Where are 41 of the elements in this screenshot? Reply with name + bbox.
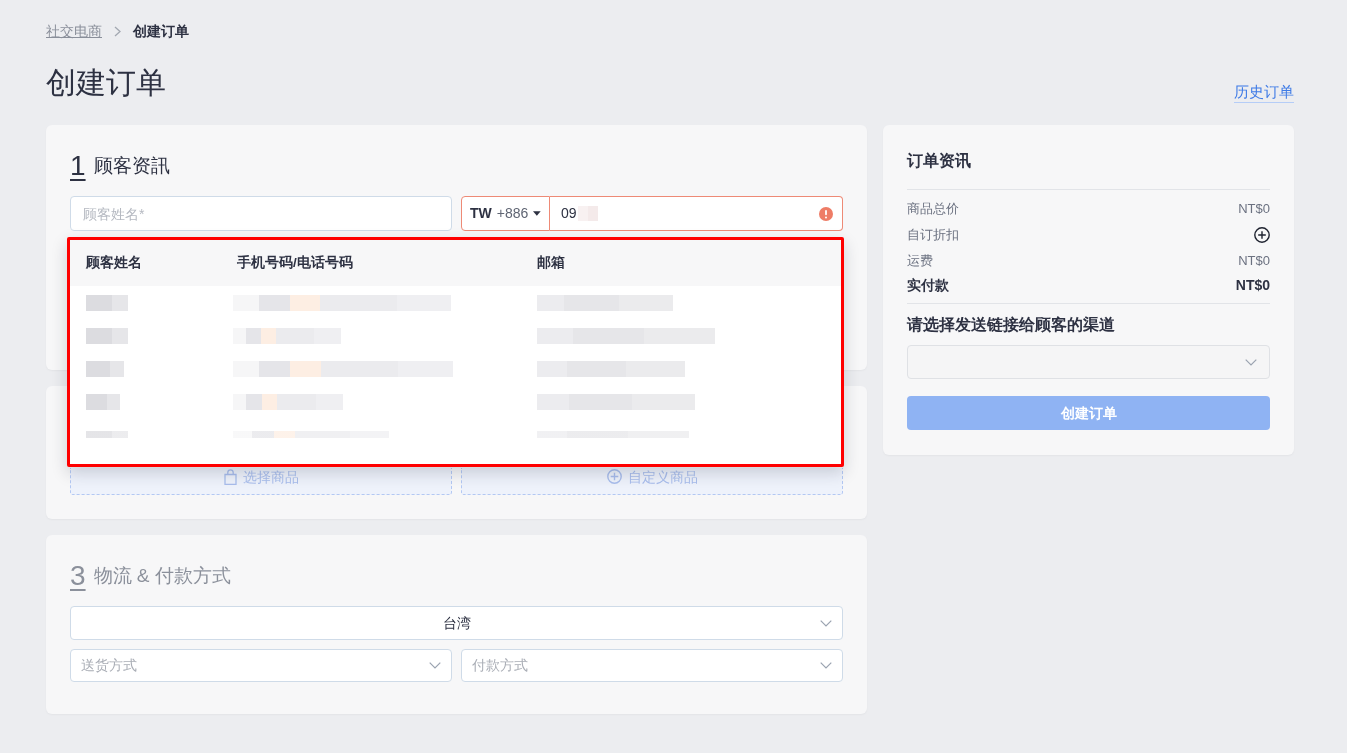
summary-value: NT$0 — [1238, 252, 1270, 271]
summary-label: 实付款 — [907, 275, 949, 295]
dropdown-select[interactable]: 送货方式 — [70, 649, 452, 682]
dropdown-select[interactable]: 付款方式 — [461, 649, 843, 682]
section-title: 物流 & 付款方式 — [93, 564, 231, 588]
caret-down-icon — [533, 211, 541, 216]
pixelated-block — [86, 393, 120, 410]
section-title: 顾客资訊 — [93, 154, 170, 178]
column-header: 邮箱 — [537, 253, 566, 272]
pixelated-block — [86, 294, 128, 311]
summary-label: 商品总价 — [907, 200, 959, 219]
page-title: 创建订单 — [46, 65, 166, 101]
plus-circle-icon — [606, 469, 622, 484]
summary-value: NT$0 — [1238, 200, 1270, 219]
chevron-down-icon — [820, 619, 832, 627]
section-number: 1 — [70, 150, 86, 182]
country-code-button[interactable]: TW +886 — [461, 196, 550, 231]
plus-circle-icon[interactable] — [1254, 227, 1270, 243]
summary-title: 订单资讯 — [907, 151, 972, 171]
column-header: 顾客姓名 — [86, 253, 143, 272]
section-number: 3 — [70, 560, 86, 592]
chevron-down-icon — [820, 662, 832, 669]
chevron-down-icon — [429, 662, 441, 669]
pixelated-block — [86, 360, 124, 377]
pixelated-block — [86, 327, 128, 344]
chevron-down-icon — [1245, 358, 1257, 366]
breadcrumb-item[interactable]: 社交电商 — [46, 21, 102, 41]
phone-number-field[interactable]: 09 — [550, 196, 843, 231]
summary-label: 自订折扣 — [907, 226, 959, 245]
summary-label: 运费 — [907, 252, 933, 271]
error-icon — [819, 206, 833, 221]
history-orders-link[interactable]: 历史订单 — [1234, 82, 1294, 103]
breadcrumb-item: 创建订单 — [133, 22, 189, 41]
summary-value: NT$0 — [1235, 275, 1270, 295]
customer-name-field[interactable]: 顾客姓名* — [70, 196, 452, 231]
column-header: 手机号码/电话号码 — [237, 253, 354, 272]
country-select[interactable]: 台湾 — [70, 606, 843, 640]
pixelated-block — [86, 431, 128, 438]
bag-icon — [223, 469, 237, 485]
channel-label: 请选择发送链接给顾客的渠道 — [907, 315, 1116, 335]
chevron-right-icon — [114, 25, 121, 37]
